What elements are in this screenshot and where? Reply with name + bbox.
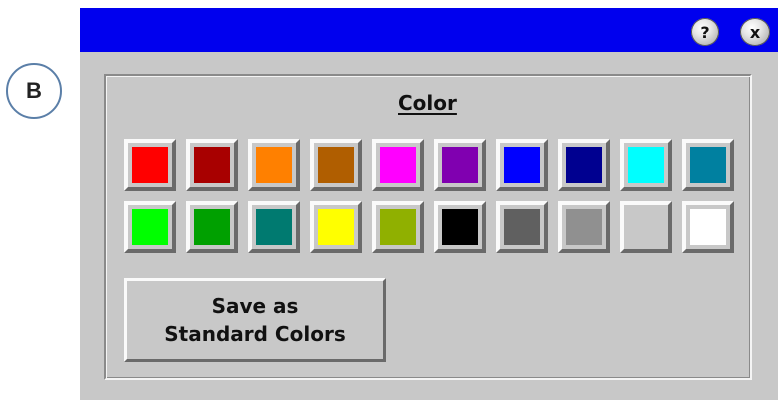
color-swatch-fill (318, 147, 354, 183)
help-button[interactable]: ? (691, 18, 719, 46)
save-standard-colors-button[interactable]: Save as Standard Colors (124, 278, 386, 362)
color-swatch-button[interactable] (248, 201, 300, 253)
color-section-label: Color (398, 91, 457, 115)
color-swatch-button[interactable] (496, 139, 548, 191)
color-swatch-fill (380, 209, 416, 245)
color-swatch-button[interactable] (124, 201, 176, 253)
color-swatch-button[interactable] (434, 139, 486, 191)
color-swatch-fill (132, 209, 168, 245)
color-swatch-button[interactable] (372, 201, 424, 253)
color-swatch-fill (628, 147, 664, 183)
callout-badge: B (6, 63, 62, 119)
color-swatch-fill (504, 147, 540, 183)
color-swatch-fill (318, 209, 354, 245)
close-button[interactable]: x (740, 18, 770, 46)
close-icon: x (749, 22, 761, 42)
color-swatch-fill (690, 209, 726, 245)
color-swatch-button[interactable] (310, 139, 362, 191)
color-swatch-fill (628, 209, 664, 245)
color-swatch-button[interactable] (124, 139, 176, 191)
color-swatch-button[interactable] (682, 201, 734, 253)
help-icon: ? (700, 22, 710, 42)
color-swatch-button[interactable] (558, 139, 610, 191)
title-bar: ? x (80, 8, 778, 52)
color-swatch-button[interactable] (248, 139, 300, 191)
color-swatch-button[interactable] (310, 201, 362, 253)
color-swatch-fill (566, 147, 602, 183)
color-swatch-button[interactable] (496, 201, 548, 253)
color-swatch-fill (442, 209, 478, 245)
callout-label: B (26, 78, 42, 103)
color-swatch-fill (690, 147, 726, 183)
color-swatch-fill (132, 147, 168, 183)
color-swatch-button[interactable] (186, 201, 238, 253)
color-swatch-fill (194, 209, 230, 245)
color-swatch-button[interactable] (434, 201, 486, 253)
color-swatch-fill (194, 147, 230, 183)
color-swatch-button[interactable] (186, 139, 238, 191)
save-button-line1: Save as (211, 294, 299, 318)
color-swatch-button[interactable] (372, 139, 424, 191)
color-swatch-fill (256, 147, 292, 183)
color-swatch-button[interactable] (620, 201, 672, 253)
color-swatch-fill (380, 147, 416, 183)
color-swatch-button[interactable] (620, 139, 672, 191)
save-button-line2: Standard Colors (164, 322, 346, 346)
color-swatch-button[interactable] (682, 139, 734, 191)
color-dialog: ? x Color Save as Standard Colors (80, 8, 778, 400)
color-swatch-button[interactable] (558, 201, 610, 253)
color-swatch-fill (504, 209, 540, 245)
color-swatch-fill (566, 209, 602, 245)
color-swatch-fill (256, 209, 292, 245)
color-swatch-fill (442, 147, 478, 183)
